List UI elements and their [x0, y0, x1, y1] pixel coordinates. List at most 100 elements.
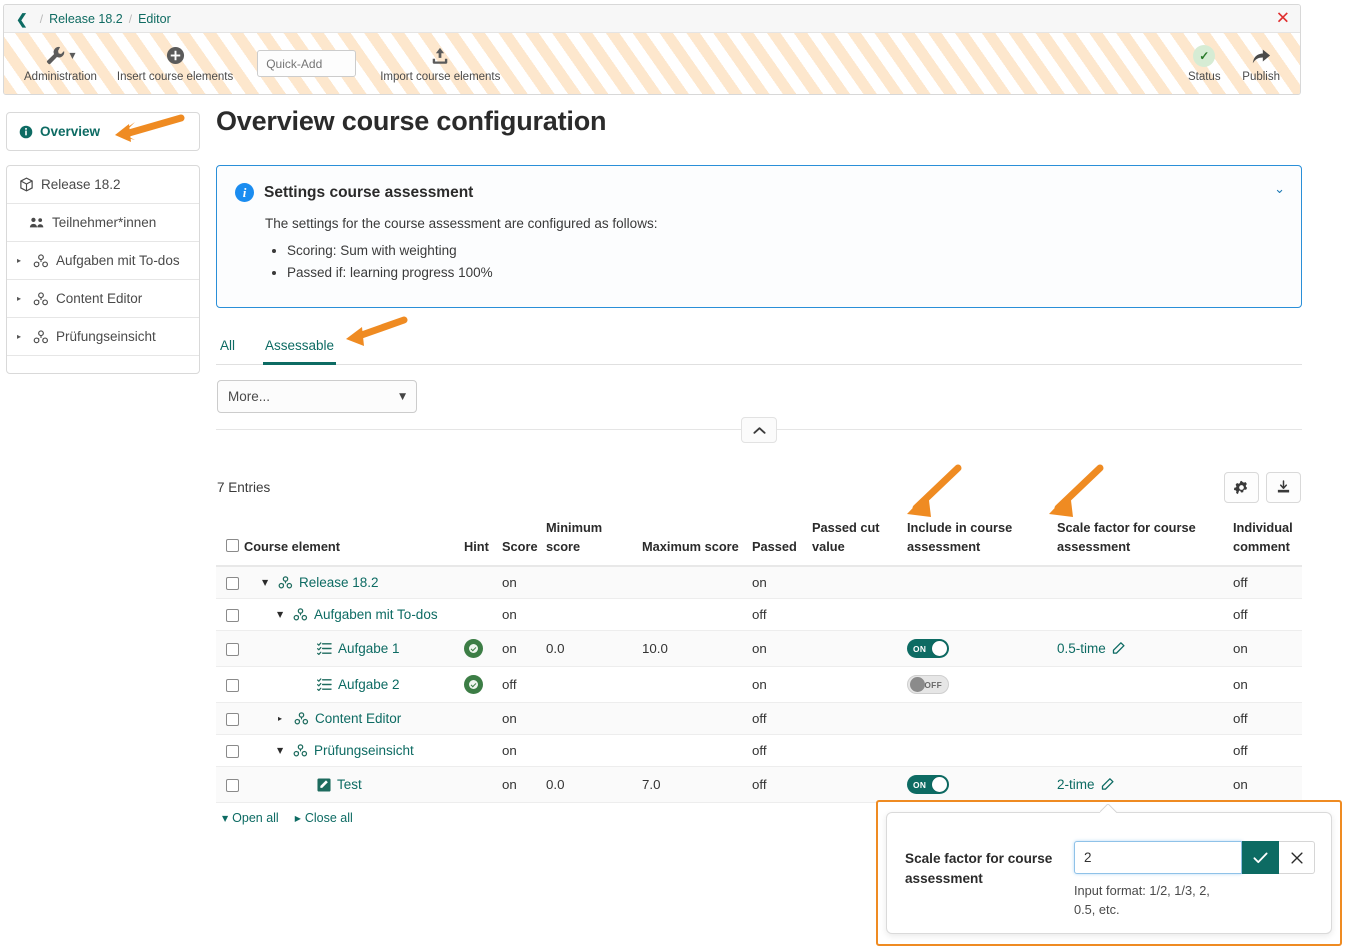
row-element-name[interactable]: Aufgaben mit To-dos: [314, 607, 438, 622]
chevron-right-icon[interactable]: ▸: [17, 257, 26, 265]
close-all-link[interactable]: ▶ Close all: [295, 811, 353, 825]
row-checkbox[interactable]: [226, 577, 239, 590]
row-element-name[interactable]: Test: [337, 777, 362, 792]
chevron-down-icon[interactable]: ⌄: [1274, 182, 1285, 197]
toolbar-status-button[interactable]: ✓ Status: [1176, 43, 1232, 85]
more-filter-dropdown[interactable]: More... ▼: [217, 380, 417, 413]
scale-factor-value: 0.5-time: [1057, 641, 1106, 656]
close-icon[interactable]: ✕: [1276, 10, 1290, 27]
th-individual-comment[interactable]: Individual comment: [1233, 519, 1302, 566]
chevron-right-icon[interactable]: ▸: [17, 295, 26, 303]
include-toggle-label: OFF: [924, 680, 942, 690]
cell-score: on: [502, 735, 546, 767]
row-element-name[interactable]: Content Editor: [315, 711, 401, 726]
row-checkbox[interactable]: [226, 679, 239, 692]
toolbar-administration-button[interactable]: ▼ Administration: [14, 43, 107, 85]
row-select-cell: [216, 631, 244, 667]
row-expand-caret[interactable]: ▼: [262, 578, 272, 587]
row-checkbox[interactable]: [226, 779, 239, 792]
toolbar-import-course-elements-button[interactable]: Import course elements: [370, 43, 510, 85]
cell-minimum-score: [546, 566, 642, 599]
scale-factor-link[interactable]: 2-time: [1057, 777, 1114, 792]
structure-icon: [33, 254, 49, 268]
toolbar-publish-button[interactable]: Publish: [1232, 43, 1290, 85]
close-all-label: Close all: [305, 811, 353, 825]
editor-window: ❮ / Release 18.2 / Editor ✕ ▼ Administra…: [3, 4, 1301, 95]
tab-all[interactable]: All: [218, 334, 237, 365]
th-maximum-score[interactable]: Maximum score: [642, 519, 752, 566]
cancel-button[interactable]: [1279, 841, 1315, 874]
th-include-in-course-assessment[interactable]: Include in course assessment: [907, 519, 1057, 566]
row-select-cell: [216, 735, 244, 767]
include-toggle[interactable]: ON: [907, 775, 949, 794]
back-chevron-icon[interactable]: ❮: [12, 12, 34, 26]
cell-scale-factor: [1057, 735, 1233, 767]
sidebar-item-pruefungseinsicht[interactable]: ▸ Prüfungseinsicht: [7, 318, 199, 356]
confirm-button[interactable]: [1242, 841, 1279, 874]
table-header-row: Course element Hint Score Minimum score …: [216, 519, 1302, 566]
breadcrumb-separator: /: [40, 12, 43, 26]
sidebar-item-content-editor[interactable]: ▸ Content Editor: [7, 280, 199, 318]
table-row: Aufgabe 2 off on OFF: [216, 667, 1302, 703]
cell-include: ON: [907, 631, 1057, 667]
th-passed-cut-value[interactable]: Passed cut value: [812, 519, 907, 566]
settings-info-panel: ⌄ i Settings course assessment The setti…: [216, 165, 1302, 308]
row-expand-caret[interactable]: ▸: [278, 714, 288, 723]
tab-assessable[interactable]: Assessable: [263, 334, 336, 365]
info-circle-icon: i: [235, 183, 254, 202]
sidebar-item-aufgaben[interactable]: ▸ Aufgaben mit To-dos: [7, 242, 199, 280]
sidebar-item-release[interactable]: Release 18.2: [7, 166, 199, 204]
row-element-name[interactable]: Aufgabe 1: [338, 641, 400, 656]
th-minimum-score[interactable]: Minimum score: [546, 519, 642, 566]
breadcrumb-item-release[interactable]: Release 18.2: [49, 12, 123, 26]
th-scale-factor[interactable]: Scale factor for course assessment: [1057, 519, 1233, 566]
th-passed[interactable]: Passed: [752, 519, 812, 566]
th-score[interactable]: Score: [502, 519, 546, 566]
include-toggle[interactable]: ON: [907, 639, 949, 658]
collapse-filters-button[interactable]: [741, 417, 777, 443]
cell-course-element: Test: [244, 767, 464, 803]
row-element-name[interactable]: Release 18.2: [299, 575, 379, 590]
cell-passed-cut-value: [812, 667, 907, 703]
th-hint[interactable]: Hint: [464, 519, 502, 566]
row-expand-caret[interactable]: ▼: [277, 746, 287, 755]
cell-hint: [464, 667, 502, 703]
structure-icon: [294, 712, 309, 725]
scale-factor-input[interactable]: [1074, 841, 1242, 874]
include-toggle-label: ON: [913, 780, 926, 790]
table-download-button[interactable]: [1266, 472, 1301, 503]
info-panel-bullets: Scoring: Sum with weighting Passed if: l…: [265, 243, 1281, 280]
select-all-checkbox[interactable]: [226, 539, 239, 552]
caret-down-icon: ▼: [222, 814, 228, 823]
row-element-name[interactable]: Aufgabe 2: [338, 677, 400, 692]
table-settings-button[interactable]: [1224, 472, 1259, 503]
cell-hint: [464, 566, 502, 599]
row-checkbox[interactable]: [226, 713, 239, 726]
cube-icon: [19, 177, 34, 192]
popover-label: Scale factor for course assessment: [905, 841, 1054, 888]
scale-factor-link[interactable]: 0.5-time: [1057, 641, 1125, 656]
wrench-icon: ▼: [45, 45, 75, 67]
row-checkbox[interactable]: [226, 609, 239, 622]
quick-add-input[interactable]: [257, 50, 356, 77]
structure-icon: [293, 744, 308, 757]
toolbar-insert-course-elements-button[interactable]: Insert course elements: [107, 43, 243, 85]
sidebar-item-overview[interactable]: Overview: [7, 113, 199, 150]
row-element-name[interactable]: Prüfungseinsicht: [314, 743, 414, 758]
hint-available-icon[interactable]: [464, 639, 483, 658]
include-toggle[interactable]: OFF: [907, 675, 949, 694]
cell-passed: off: [752, 703, 812, 735]
cell-maximum-score: 10.0: [642, 631, 752, 667]
open-all-link[interactable]: ▼ Open all: [222, 811, 279, 825]
th-course-element[interactable]: Course element: [244, 519, 464, 566]
plus-circle-icon: [166, 45, 185, 67]
sidebar-item-teilnehmer[interactable]: Teilnehmer*innen: [7, 204, 199, 242]
course-sidebar: Overview Release 18.2: [6, 112, 200, 388]
breadcrumb-item-editor[interactable]: Editor: [138, 12, 171, 26]
hint-available-icon[interactable]: [464, 675, 483, 694]
cell-course-element: ▼ Prüfungseinsicht: [244, 735, 464, 767]
row-expand-caret[interactable]: ▼: [277, 610, 287, 619]
row-checkbox[interactable]: [226, 745, 239, 758]
chevron-right-icon[interactable]: ▸: [17, 333, 26, 341]
row-checkbox[interactable]: [226, 643, 239, 656]
